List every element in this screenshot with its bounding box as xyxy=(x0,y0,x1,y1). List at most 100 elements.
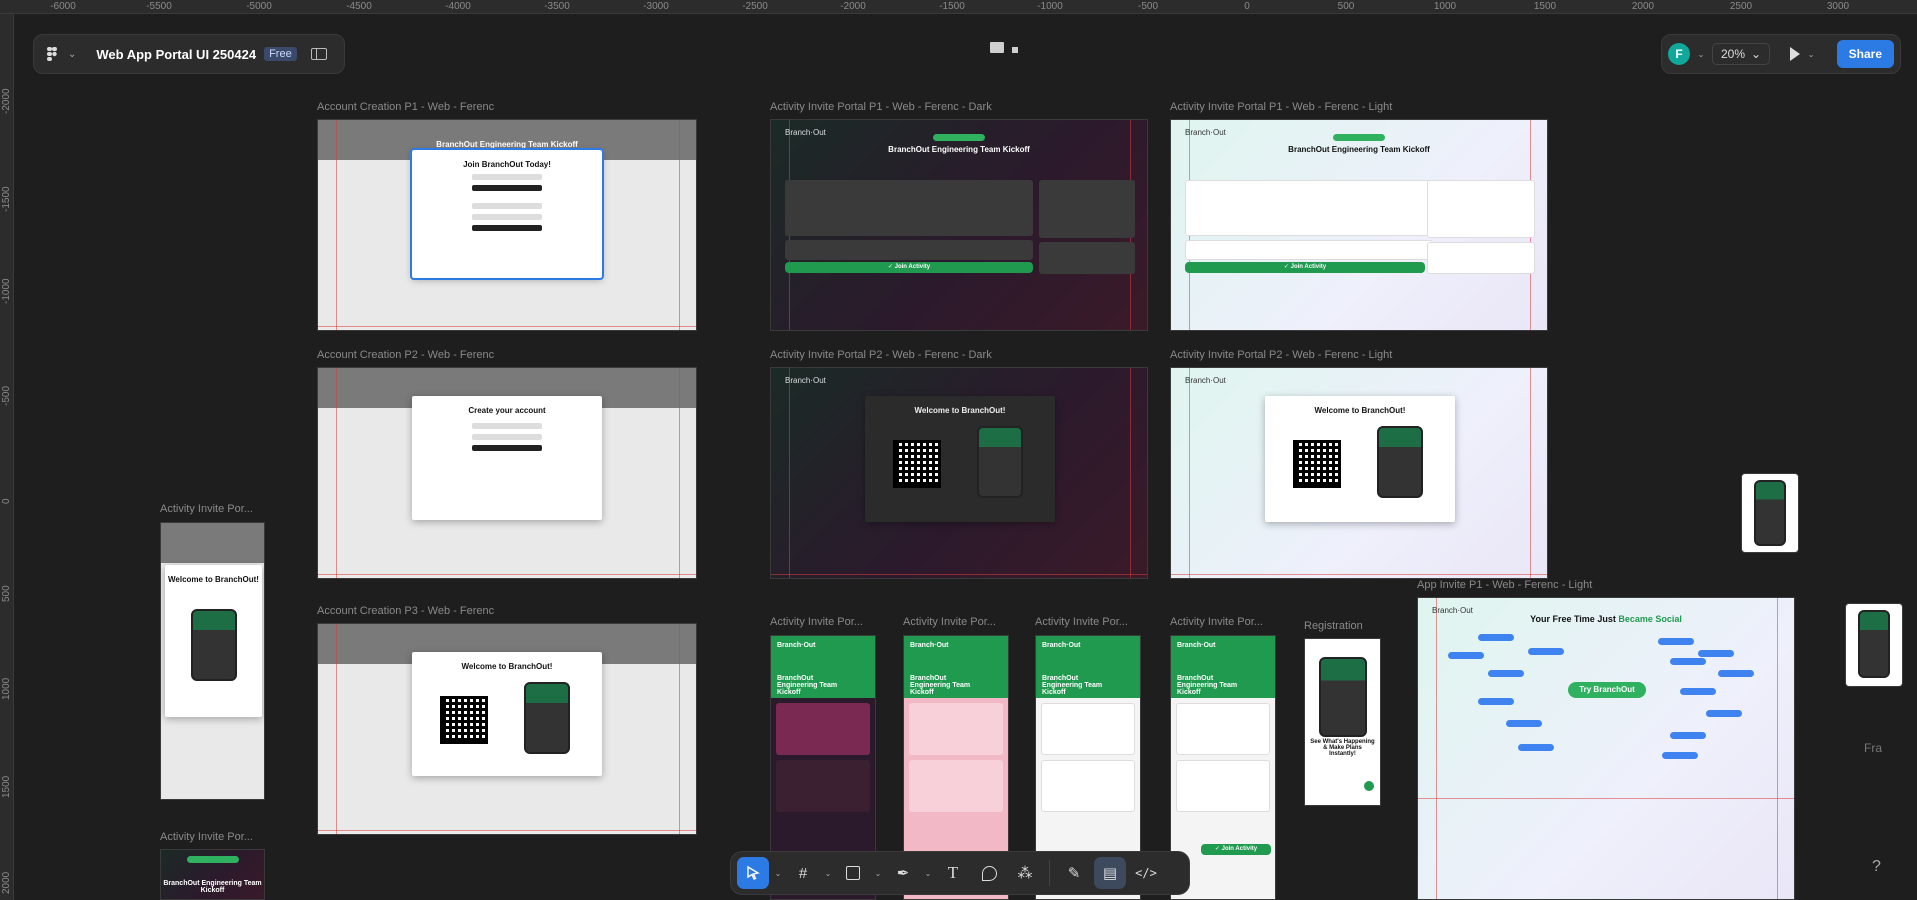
frame-activity-invite-short-1[interactable]: Welcome to BranchOut! xyxy=(160,522,265,800)
modal-title: Join BranchOut Today! xyxy=(463,160,551,169)
chevron-down-icon[interactable]: ⌄ xyxy=(923,869,933,878)
toggle-sidebar-icon[interactable] xyxy=(310,48,327,60)
frame-label-mobile-3[interactable]: Activity Invite Por... xyxy=(1035,616,1128,628)
frame-label-mobile-1[interactable]: Activity Invite Por... xyxy=(770,616,863,628)
move-tool-button[interactable] xyxy=(737,857,769,889)
modal-title: Welcome to BranchOut! xyxy=(461,662,553,671)
join-activity-button[interactable]: ✓ Join Activity xyxy=(1201,844,1271,855)
frame-account-creation-p3[interactable]: Welcome to BranchOut! xyxy=(317,623,697,835)
draw-mode-button[interactable]: ✎ xyxy=(1058,857,1090,889)
file-title[interactable]: Web App Portal UI 250424 xyxy=(96,47,256,62)
design-mode-button[interactable]: ▤ xyxy=(1094,857,1126,889)
chevron-down-icon[interactable]: ⌄ xyxy=(873,869,883,878)
next-button[interactable] xyxy=(1364,781,1374,791)
frame-activity-invite-p1-light[interactable]: Branch·Out BranchOut Engineering Team Ki… xyxy=(1170,119,1548,331)
modal-title: Welcome to BranchOut! xyxy=(168,575,259,584)
brand-logo: Branch·Out xyxy=(1185,128,1226,137)
ruler-tick-label: 2000 xyxy=(1631,1,1655,12)
chevron-down-icon[interactable]: ⌄ xyxy=(68,49,76,60)
multiplayer-indicators xyxy=(990,42,1018,53)
join-activity-button[interactable]: ✓ Join Activity xyxy=(785,262,1033,273)
frame-label-account-creation-p2[interactable]: Account Creation P2 - Web - Ferenc xyxy=(317,349,494,361)
brand-logo: Branch·Out xyxy=(910,642,949,649)
ruler-tick-label: -500 xyxy=(1137,1,1159,12)
ruler-tick-label: 0 xyxy=(1244,1,1250,12)
chat-bubble xyxy=(1718,670,1754,677)
comment-tool-button[interactable] xyxy=(973,857,1005,889)
try-branchout-button[interactable]: Try BranchOut xyxy=(1568,682,1646,698)
chat-bubble xyxy=(1478,698,1514,705)
present-icon[interactable] xyxy=(1790,47,1801,61)
frame-label-mobile-2[interactable]: Activity Invite Por... xyxy=(903,616,996,628)
dev-mode-button[interactable]: </> xyxy=(1130,857,1162,889)
frame-label-activity-invite-p1-dark[interactable]: Activity Invite Portal P1 - Web - Ferenc… xyxy=(770,101,992,113)
welcome-modal[interactable]: Welcome to BranchOut! xyxy=(165,565,262,717)
figma-menu-icon[interactable] xyxy=(44,46,60,62)
frame-registration[interactable]: See What's Happening & Make Plans Instan… xyxy=(1304,638,1381,806)
ruler-tick-label: 2000 xyxy=(1,871,12,894)
join-modal[interactable]: Join BranchOut Today! xyxy=(410,148,604,280)
frame-label-activity-invite-p2-light[interactable]: Activity Invite Portal P2 - Web - Ferenc… xyxy=(1170,349,1392,361)
ruler-tick-label: -500 xyxy=(1,385,12,406)
toolbar-divider xyxy=(1049,860,1050,886)
ruler-tick-label: -1000 xyxy=(1,278,12,304)
welcome-modal[interactable]: Welcome to BranchOut! xyxy=(412,652,602,776)
avatar[interactable]: F xyxy=(1668,43,1690,65)
phone-mockup xyxy=(524,682,570,754)
frame-mini-phone-2[interactable] xyxy=(1845,603,1903,687)
vertical-ruler: -2000 -1500 -1000 -500 0 500 1000 1500 2000 xyxy=(0,14,14,900)
chevron-down-icon[interactable]: ⌄ xyxy=(823,869,833,878)
ruler-tick-label: -1500 xyxy=(1,186,12,212)
join-activity-button[interactable]: ✓ Join Activity xyxy=(1185,262,1425,273)
event-details-card xyxy=(785,180,1033,236)
help-icon[interactable]: ? xyxy=(1872,858,1881,876)
text-tool-button[interactable]: T xyxy=(937,857,969,889)
event-title: BranchOut Engineering Team Kickoff xyxy=(163,880,262,894)
ruler-tick-label: 500 xyxy=(1,585,12,602)
frame-mini-phone-1[interactable] xyxy=(1741,473,1799,553)
plan-badge[interactable]: Free xyxy=(264,47,297,61)
rectangle-tool-button[interactable] xyxy=(837,857,869,889)
frame-label-activity-invite-short-1[interactable]: Activity Invite Por... xyxy=(160,503,253,515)
frame-tool-button[interactable]: # xyxy=(787,857,819,889)
frame-activity-invite-p2-light[interactable]: Branch·Out Welcome to BranchOut! xyxy=(1170,367,1548,579)
chevron-down-icon[interactable]: ⌄ xyxy=(1696,50,1706,59)
frame-label-partial[interactable]: Fra xyxy=(1864,741,1882,755)
frame-account-creation-p2[interactable]: Create your account xyxy=(317,367,697,579)
welcome-modal-dark[interactable]: Welcome to BranchOut! xyxy=(865,396,1055,522)
frame-label-activity-invite-short-2[interactable]: Activity Invite Por... xyxy=(160,831,253,843)
chevron-down-icon[interactable]: ⌄ xyxy=(773,869,783,878)
chevron-down-icon[interactable]: ⌄ xyxy=(1806,50,1816,59)
created-by-card xyxy=(1039,242,1135,274)
frame-label-mobile-4[interactable]: Activity Invite Por... xyxy=(1170,616,1263,628)
brand-logo: Branch·Out xyxy=(1177,642,1216,649)
zoom-dropdown[interactable]: 20% ⌄ xyxy=(1712,43,1771,65)
ruler-tick-label: -4500 xyxy=(346,1,372,12)
pen-tool-button[interactable]: ✒ xyxy=(887,857,919,889)
actions-tool-button[interactable]: ⁂ xyxy=(1009,857,1041,889)
chat-bubble xyxy=(1478,634,1514,641)
frame-activity-invite-short-2[interactable]: BranchOut Engineering Team Kickoff xyxy=(160,849,265,900)
welcome-modal[interactable]: Welcome to BranchOut! xyxy=(1265,396,1455,522)
zoom-level: 20% xyxy=(1721,47,1746,61)
frame-activity-invite-p2-dark[interactable]: Branch·Out Welcome to BranchOut! xyxy=(770,367,1148,579)
frame-label-registration[interactable]: Registration xyxy=(1304,620,1363,632)
create-account-modal[interactable]: Create your account xyxy=(412,396,602,520)
frame-activity-invite-p1-dark[interactable]: Branch·Out BranchOut Engineering Team Ki… xyxy=(770,119,1148,331)
share-button[interactable]: Share xyxy=(1836,40,1894,68)
frame-label-account-creation-p1[interactable]: Account Creation P1 - Web - Ferenc xyxy=(317,101,494,113)
frame-label-activity-invite-p2-dark[interactable]: Activity Invite Portal P2 - Web - Ferenc… xyxy=(770,349,992,361)
frame-app-invite[interactable]: Branch·Out Your Free Time Just Became So… xyxy=(1417,597,1795,900)
ruler-tick-label: -5500 xyxy=(146,1,172,12)
chat-bubble xyxy=(1506,720,1542,727)
frame-label-activity-invite-p1-light[interactable]: Activity Invite Portal P1 - Web - Ferenc… xyxy=(1170,101,1392,113)
bottom-toolbar: ⌄ # ⌄ ⌄ ✒ ⌄ T ⁂ ✎ ▤ </> xyxy=(730,851,1190,895)
brand-logo: Branch·Out xyxy=(785,376,826,385)
frame-label-app-invite[interactable]: App Invite P1 - Web - Ferenc - Light xyxy=(1417,579,1592,591)
qr-code-icon xyxy=(893,440,941,488)
frame-account-creation-p1[interactable]: BranchOut Engineering Team Kickoff Join … xyxy=(317,119,697,331)
shapes-icon: ⁂ xyxy=(1017,865,1033,882)
ruler-tick-label: -5000 xyxy=(246,1,272,12)
frame-label-account-creation-p3[interactable]: Account Creation P3 - Web - Ferenc xyxy=(317,605,494,617)
code-icon: </> xyxy=(1135,866,1157,880)
